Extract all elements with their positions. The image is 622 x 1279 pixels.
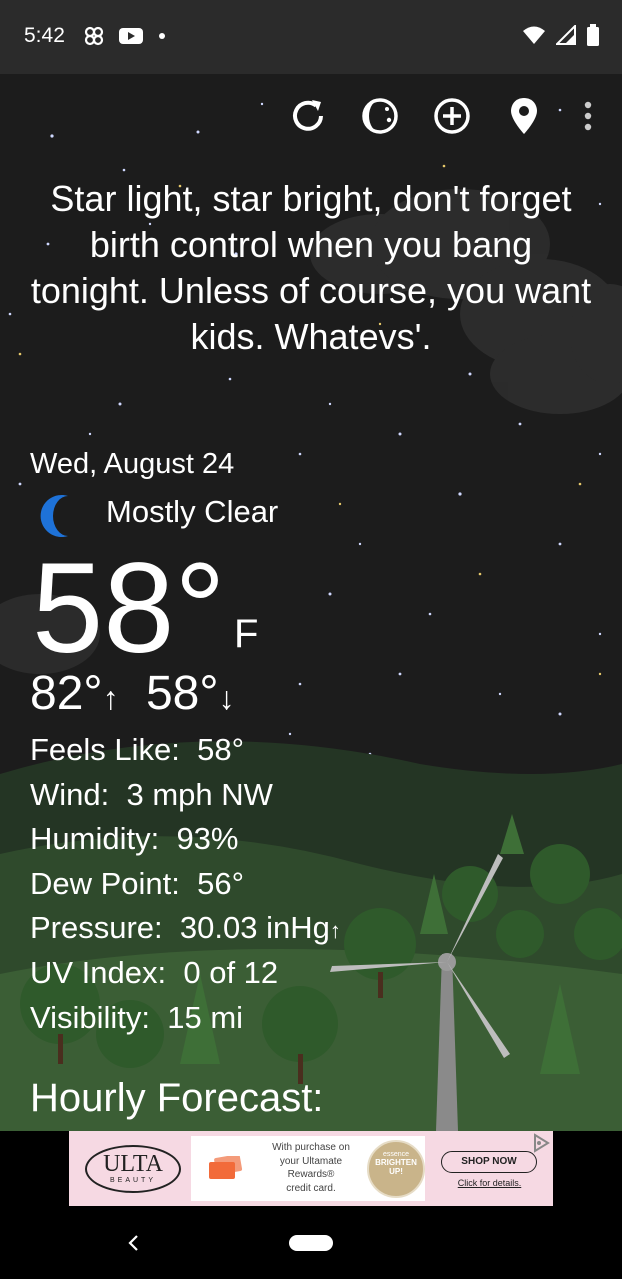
detail-value: 58° (197, 732, 245, 767)
detail-label: Humidity: (30, 821, 160, 856)
product-name-line: UP! (389, 1167, 403, 1176)
wifi-icon (522, 25, 546, 50)
ad-area: ULTA BEAUTY With purchase on your Ultama… (0, 1131, 622, 1227)
high-low-temps: 82°↑ 58°↓ (30, 666, 330, 721)
refresh-button[interactable] (286, 96, 330, 140)
ad-brand-logo: ULTA BEAUTY (85, 1145, 181, 1193)
high-temp: 82° (30, 667, 103, 720)
location-pin-icon (506, 96, 542, 141)
ad-line: Rewards® (287, 1169, 335, 1180)
detail-label: UV Index: (30, 955, 167, 990)
refresh-icon (288, 96, 328, 141)
more-options-button[interactable] (566, 96, 610, 140)
ad-line: With purchase on (272, 1142, 350, 1153)
detail-pressure: Pressure: 30.03 inHg↑ (30, 910, 341, 946)
detail-label: Wind: (30, 777, 110, 812)
detail-humidity: Humidity: 93% (30, 821, 238, 857)
detail-value: 0 of 12 (183, 955, 279, 990)
detail-dew-point: Dew Point: 56° (30, 866, 244, 902)
condition-text: Mostly Clear (106, 494, 279, 529)
ad-cta-sub[interactable]: Click for details. (441, 1178, 538, 1188)
product-name-line: BRIGHTEN (375, 1158, 417, 1167)
back-icon[interactable] (124, 1233, 144, 1258)
detail-uv-index: UV Index: 0 of 12 (30, 955, 278, 991)
ad-shop-now-button[interactable]: SHOP NOW (441, 1151, 537, 1173)
low-temp: 58° (145, 667, 219, 720)
up-arrow-icon: ↑ (102, 680, 119, 716)
more-vert-icon (582, 98, 594, 139)
detail-value: 93% (176, 821, 239, 856)
product-image: essence BRIGHTEN UP! (367, 1140, 425, 1198)
pressure-rising-icon: ↑ (329, 918, 341, 943)
weather-quote: Star light, star bright, don't forget bi… (30, 178, 592, 357)
add-location-button[interactable] (430, 96, 474, 140)
toolbar (280, 96, 610, 140)
signal-icon (554, 23, 576, 50)
ad-line: credit card. (286, 1182, 336, 1194)
pinwheel-icon (82, 24, 106, 53)
detail-label: Visibility: (30, 1000, 151, 1035)
detail-value: 15 mi (167, 1000, 244, 1035)
detail-label: Dew Point: (30, 866, 180, 901)
hourly-forecast-heading: Hourly Forecast: (30, 1076, 324, 1120)
ad-offer-text: With purchase on your Ultamate Rewards® … (261, 1141, 361, 1195)
location-button[interactable] (502, 96, 546, 140)
detail-value: 3 mph NW (126, 777, 273, 812)
credit-card-icon (209, 1154, 243, 1185)
dot-icon (156, 26, 168, 51)
youtube-icon (118, 26, 144, 51)
ad-line: your Ultamate (279, 1155, 343, 1167)
ad-banner[interactable]: ULTA BEAUTY With purchase on your Ultama… (69, 1131, 553, 1206)
detail-visibility: Visibility: 15 mi (30, 1000, 243, 1036)
detail-value: 56° (197, 866, 245, 901)
status-bar: 5:42 (0, 0, 622, 74)
detail-label: Pressure: (30, 910, 163, 945)
moon-phase-button[interactable] (358, 96, 402, 140)
down-arrow-icon: ↓ (218, 680, 235, 716)
detail-label: Feels Like: (30, 732, 180, 767)
detail-feels-like: Feels Like: 58° (30, 732, 244, 768)
product-brand: essence (382, 1151, 410, 1158)
weather-screen: 5:42 Star light, star bright, don't forg… (0, 0, 622, 1279)
ad-choices-icon[interactable] (531, 1133, 551, 1158)
detail-value: 30.03 inHg (179, 910, 330, 945)
battery-icon (586, 24, 600, 51)
crescent-moon-icon (38, 492, 82, 540)
moon-phase-icon (360, 96, 400, 141)
ad-brand-sub: BEAUTY (109, 1177, 156, 1184)
home-pill[interactable] (289, 1235, 333, 1251)
system-nav-bar (0, 1227, 622, 1279)
ad-offer-panel: With purchase on your Ultamate Rewards® … (191, 1136, 425, 1201)
detail-wind: Wind: 3 mph NW (30, 777, 273, 813)
ad-brand: ULTA (103, 1151, 163, 1177)
current-date: Wed, August 24 (30, 448, 235, 480)
temperature-unit: F (234, 612, 259, 656)
status-time: 5:42 (24, 24, 65, 47)
add-circle-icon (432, 96, 472, 141)
current-temperature: 58° (32, 537, 226, 680)
